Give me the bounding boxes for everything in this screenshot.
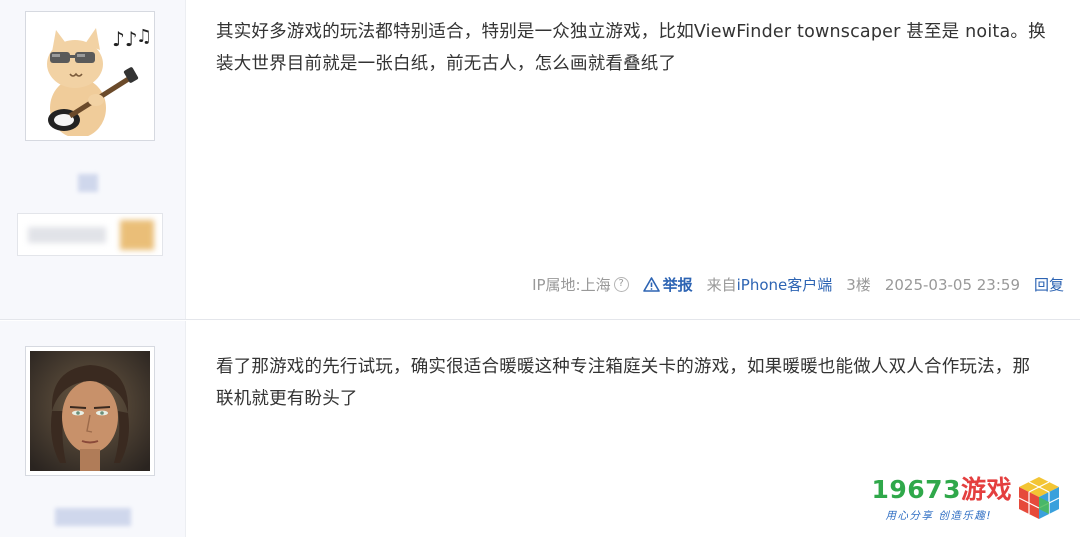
reply-button[interactable]: 回复 <box>1034 274 1064 295</box>
svg-text:♪♪: ♪♪ <box>112 27 138 51</box>
post-text: 看了那游戏的先行试玩，确实很适合暖暖这种专注箱庭关卡的游戏，如果暖暖也能做人双人… <box>216 357 1031 409</box>
device-prefix: 来自 <box>706 276 737 294</box>
cat-guitar-avatar-image: ♪♪ ♫ <box>30 16 150 136</box>
watermark-slogan: 用心分享 创造乐趣! <box>885 510 993 522</box>
badge-icon-blurred <box>120 220 154 250</box>
watermark-number: 19673 <box>871 475 961 504</box>
floor-number: 3楼 <box>846 276 871 294</box>
ip-location-text: IP属地:上海 <box>532 276 611 294</box>
post-content-area: 其实好多游戏的玩法都特别适合，特别是一众独立游戏，比如ViewFinder to… <box>186 0 1080 319</box>
report-label: 举报 <box>662 276 693 294</box>
portrait-avatar-image <box>30 351 150 471</box>
help-icon[interactable]: ? <box>613 277 629 292</box>
svg-text:♫: ♫ <box>136 26 150 47</box>
ip-location: IP属地:上海 ? <box>532 274 629 295</box>
warning-icon <box>642 277 660 292</box>
device-source: 来自iPhone客户端 <box>707 274 833 295</box>
watermark-text: 19673游戏 用心分享 创造乐趣! <box>872 475 1013 523</box>
author-panel <box>0 321 186 537</box>
author-panel: ♪♪ ♫ <box>0 0 186 319</box>
report-button[interactable]: 举报 <box>642 274 693 295</box>
avatar[interactable] <box>25 346 155 476</box>
watermark-game-label: 游戏 <box>960 475 1012 504</box>
post-timestamp: 2025-03-05 23:59 <box>884 275 1020 294</box>
badge-title-blurred <box>28 227 106 243</box>
user-level-badge[interactable] <box>17 213 163 256</box>
cube-logo-icon <box>1018 477 1060 519</box>
username-blurred[interactable] <box>78 174 98 192</box>
watermark-title: 19673游戏 <box>872 475 1013 505</box>
post-meta-bar: IP属地:上海 ? 举报 来自iPhone客户端 3楼 2025-03-05 2… <box>518 274 1064 295</box>
post-floor-3: ♪♪ ♫ 其实好多游戏的玩法都特别适合，特别是一众独立游戏，比如ViewFind… <box>0 0 1080 320</box>
avatar[interactable]: ♪♪ ♫ <box>25 11 155 141</box>
site-watermark-logo: 19673游戏 用心分享 创造乐趣! <box>872 475 1063 523</box>
post-text: 其实好多游戏的玩法都特别适合，特别是一众独立游戏，比如ViewFinder to… <box>216 22 1046 74</box>
device-link[interactable]: iPhone客户端 <box>737 276 833 294</box>
username-blurred[interactable] <box>55 508 131 526</box>
